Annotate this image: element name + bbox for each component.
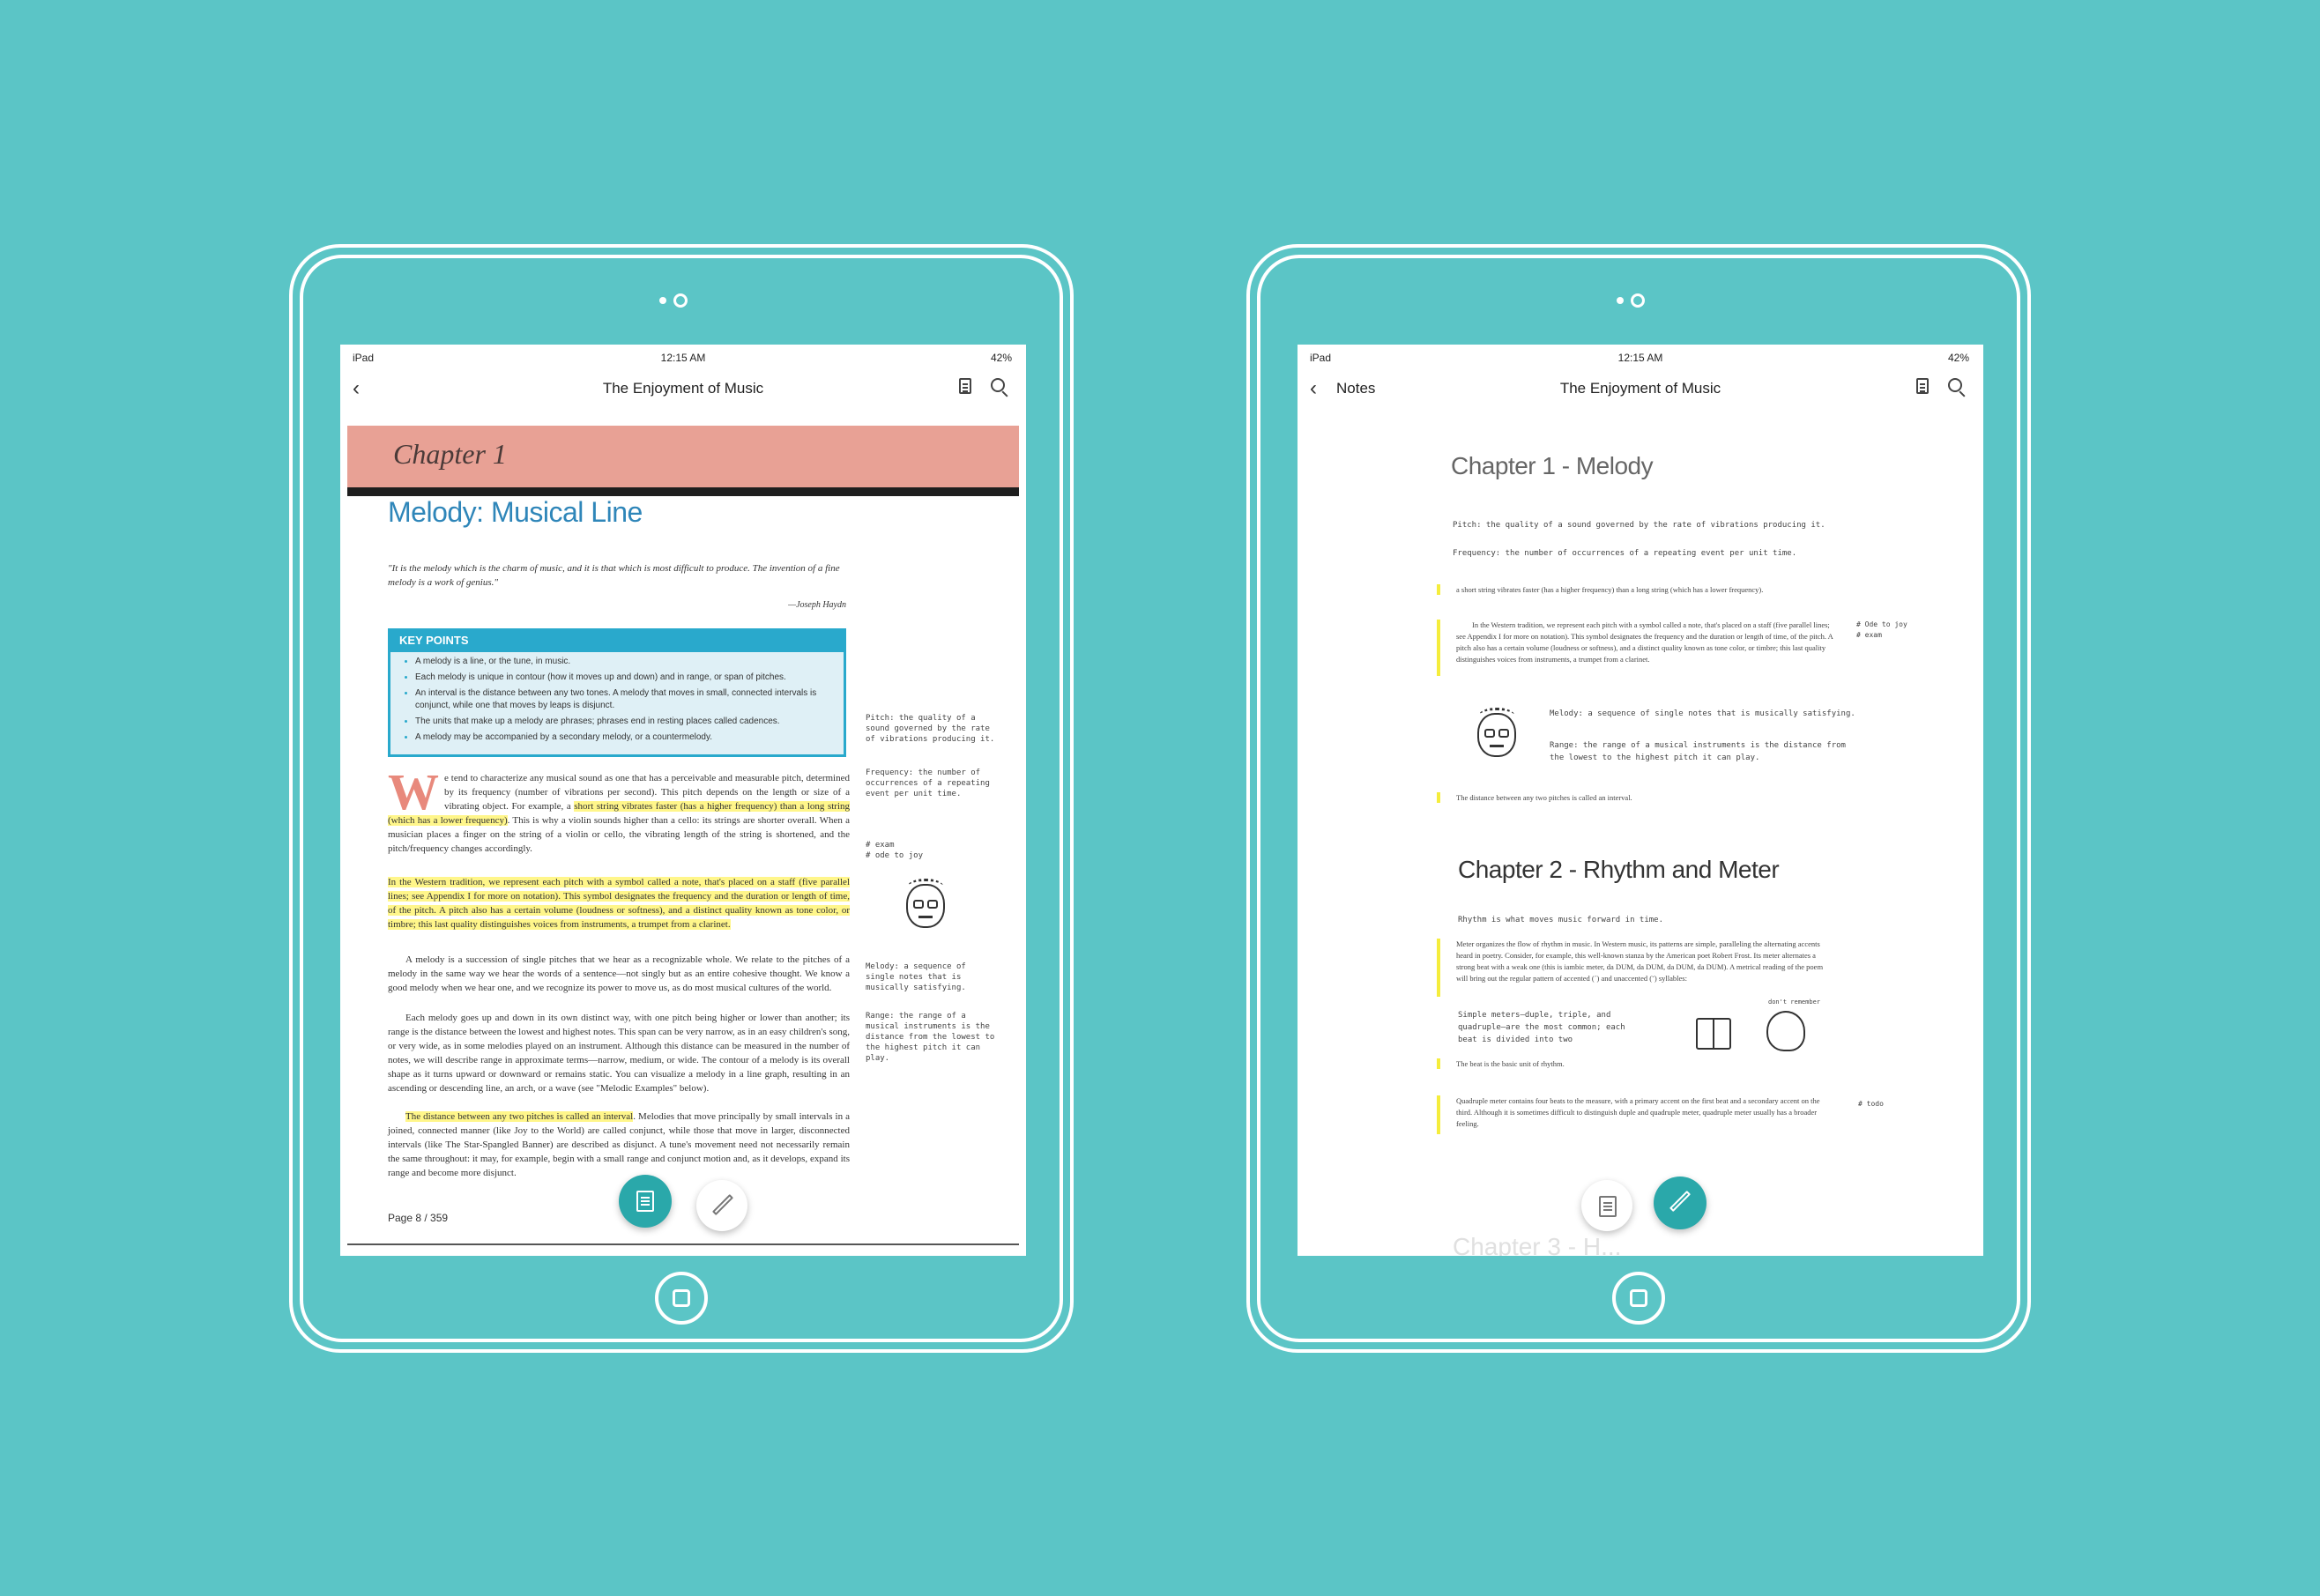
camera-dot	[659, 297, 666, 304]
book-view-button[interactable]	[619, 1175, 672, 1228]
home-button[interactable]	[655, 1272, 708, 1325]
battery-level: 42%	[990, 352, 1012, 364]
nav-title: The Enjoyment of Music	[602, 380, 764, 397]
page-divider	[347, 1243, 1019, 1245]
margin-note-melody[interactable]: Melody: a sequence of single notes that …	[866, 961, 998, 993]
camera-ring	[673, 293, 688, 308]
head-sketch[interactable]	[1766, 1011, 1805, 1051]
handwritten-note[interactable]: Rhythm is what moves music forward in ti…	[1458, 916, 1663, 924]
handwritten-note[interactable]: Simple meters—duple, triple, and quadrup…	[1458, 1009, 1643, 1046]
key-point-item: Each melody is unique in contour (how it…	[415, 672, 835, 684]
highlight-quote[interactable]: a short string vibrates faster (has a hi…	[1456, 584, 1835, 596]
reader-screen: iPad 12:15 AM 42% ‹ The Enjoyment of Mus…	[340, 345, 1026, 1256]
document-icon[interactable]	[1916, 378, 1929, 394]
page-indicator: Page 8 / 359	[388, 1212, 449, 1224]
notes-screen: iPad 12:15 AM 42% ‹ Notes The Enjoyment …	[1298, 345, 1983, 1256]
status-bar: iPad 12:15 AM 42%	[340, 352, 1026, 369]
page-title: Melody: Musical Line	[388, 496, 643, 528]
note-tags[interactable]: # Ode to joy # exam	[1856, 620, 1907, 641]
status-bar: iPad 12:15 AM 42%	[1298, 352, 1983, 369]
face-sketch[interactable]	[901, 879, 950, 933]
notes-view-button[interactable]	[696, 1180, 747, 1231]
key-points-heading: KEY POINTS	[390, 631, 844, 652]
handwritten-note[interactable]: Melody: a sequence of single notes that …	[1550, 708, 1867, 720]
handwritten-note[interactable]: Range: the range of a musical instrument…	[1550, 739, 1849, 764]
highlight-marker	[1437, 1095, 1440, 1134]
paragraph-2[interactable]: In the Western tradition, we represent e…	[388, 875, 850, 932]
clock: 12:15 AM	[1617, 352, 1663, 364]
highlight-marker	[1437, 939, 1440, 997]
key-point-item: A melody may be accompanied by a seconda…	[415, 731, 835, 744]
paragraph-1[interactable]: We tend to characterize any musical soun…	[388, 763, 850, 856]
pencil-icon	[1669, 1190, 1692, 1213]
highlight-quote[interactable]: Quadruple meter contains four beats to t…	[1456, 1095, 1835, 1130]
paragraph-text: Each melody goes up and down in its own …	[388, 1013, 850, 1094]
clock: 12:15 AM	[660, 352, 706, 364]
sketch-caption: don't remember	[1768, 998, 1821, 1006]
chapter-banner: Chapter 1	[347, 426, 1019, 496]
paragraph-5[interactable]: The distance between any two pitches is …	[388, 1110, 850, 1180]
highlight-quote[interactable]: Meter organizes the flow of rhythm in mu…	[1456, 939, 1835, 984]
chapter-heading: Chapter 2 - Rhythm and Meter	[1458, 856, 1780, 883]
key-point-item: An interval is the distance between any …	[415, 687, 835, 712]
search-icon[interactable]	[991, 378, 1005, 392]
highlight-quote[interactable]: The distance between any two pitches is …	[1456, 792, 1835, 804]
home-button[interactable]	[1612, 1272, 1665, 1325]
book-sketch[interactable]	[1696, 1018, 1731, 1050]
book-view-button[interactable]	[1581, 1180, 1632, 1231]
handwritten-note[interactable]: Pitch: the quality of a sound governed b…	[1453, 521, 1826, 530]
paragraph-text: A melody is a succession of single pitch…	[388, 954, 850, 993]
handwritten-note[interactable]: Frequency: the number of occurrences of …	[1453, 549, 1796, 558]
highlight-marker	[1437, 620, 1440, 676]
notes-view-button[interactable]	[1654, 1177, 1707, 1229]
highlight[interactable]: The distance between any two pitches is …	[405, 1111, 634, 1122]
faded-chapter-heading: Chapter 3 - H...	[1453, 1233, 1622, 1256]
chapter-heading: Chapter 1 - Melody	[1451, 452, 1654, 479]
camera-ring	[1631, 293, 1645, 308]
epigraph-author: —Joseph Haydn	[788, 600, 846, 610]
margin-note-range[interactable]: Range: the range of a musical instrument…	[866, 1011, 998, 1064]
chapter-label: Chapter 1	[393, 438, 507, 470]
key-point-item: A melody is a line, or the tune, in musi…	[415, 656, 835, 668]
face-sketch[interactable]	[1472, 708, 1521, 762]
key-point-item: The units that make up a melody are phra…	[415, 716, 835, 728]
camera-dot	[1617, 297, 1624, 304]
nav-bar: ‹ The Enjoyment of Music	[340, 369, 1026, 405]
highlight[interactable]: In the Western tradition, we represent e…	[388, 877, 850, 930]
nav-bar: ‹ Notes The Enjoyment of Music	[1298, 369, 1983, 405]
margin-note-pitch[interactable]: Pitch: the quality of a sound governed b…	[866, 713, 998, 745]
document-icon[interactable]	[959, 378, 971, 394]
drop-cap: W	[388, 763, 439, 820]
highlight-quote[interactable]: The beat is the basic unit of rhythm.	[1456, 1058, 1835, 1070]
margin-note-tags[interactable]: # exam # ode to joy	[866, 840, 998, 861]
book-icon	[1599, 1196, 1617, 1217]
highlight-marker	[1437, 1058, 1440, 1069]
book-icon	[636, 1191, 654, 1212]
highlight-marker	[1437, 792, 1440, 803]
tablet-frame-right: iPad 12:15 AM 42% ‹ Notes The Enjoyment …	[1246, 244, 2031, 1353]
battery-level: 42%	[1947, 352, 1969, 364]
key-points-box: KEY POINTS A melody is a line, or the tu…	[388, 628, 846, 757]
highlight-quote[interactable]: In the Western tradition, we represent e…	[1456, 620, 1835, 665]
note-tags[interactable]: # todo	[1858, 1099, 1884, 1110]
paragraph-3: A melody is a succession of single pitch…	[388, 953, 850, 995]
highlight-marker	[1437, 584, 1440, 595]
pencil-icon	[711, 1193, 734, 1216]
paragraph-4: Each melody goes up and down in its own …	[388, 1011, 850, 1095]
epigraph: "It is the melody which is the charm of …	[388, 563, 840, 588]
margin-note-frequency[interactable]: Frequency: the number of occurrences of …	[866, 768, 998, 799]
search-icon[interactable]	[1948, 378, 1962, 392]
nav-title: The Enjoyment of Music	[1559, 380, 1721, 397]
tablet-frame-left: iPad 12:15 AM 42% ‹ The Enjoyment of Mus…	[289, 244, 1074, 1353]
